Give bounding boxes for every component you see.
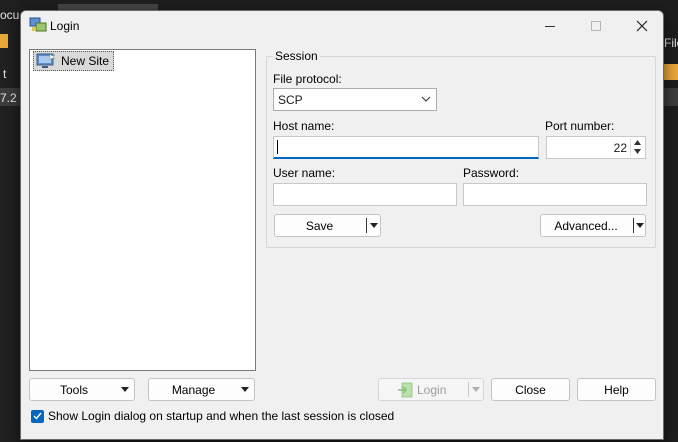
port-number-stepper[interactable]: 22: [546, 136, 646, 159]
port-stepper-arrows: [630, 138, 644, 157]
host-name-input[interactable]: [273, 136, 539, 159]
close-button[interactable]: Close: [491, 378, 570, 401]
title-bar[interactable]: Login: [21, 11, 663, 41]
minimize-icon: [545, 25, 555, 27]
show-login-dialog-label: Show Login dialog on startup and when th…: [48, 409, 395, 423]
text-caret: [277, 140, 278, 154]
port-number-label: Port number:: [545, 119, 615, 133]
stepper-down-button[interactable]: [630, 147, 644, 156]
manage-dropdown-icon: [241, 387, 249, 392]
site-tree[interactable]: New Site: [29, 49, 256, 371]
close-icon: [636, 20, 648, 32]
background-folder-icon: [0, 34, 8, 48]
chevron-down-icon: [421, 96, 431, 102]
advanced-dropdown-icon[interactable]: [636, 223, 644, 228]
background-text: 7.2: [0, 91, 17, 105]
winscp-app-icon: [29, 17, 47, 32]
tools-dropdown-icon: [121, 387, 129, 392]
file-protocol-label: File protocol:: [273, 72, 342, 86]
login-button-label: Login: [417, 382, 447, 397]
file-protocol-value: SCP: [278, 92, 303, 107]
login-button[interactable]: Login: [378, 378, 484, 401]
checkmark-icon: [33, 412, 42, 420]
tree-item-new-site[interactable]: New Site: [33, 51, 115, 71]
close-button-label: Close: [515, 382, 546, 397]
host-name-label: Host name:: [273, 119, 335, 133]
password-label: Password:: [463, 166, 520, 180]
save-button[interactable]: Save: [274, 214, 381, 237]
caret-down-icon: [634, 149, 641, 154]
user-name-label: User name:: [273, 166, 336, 180]
user-name-input[interactable]: [273, 183, 457, 206]
tools-button[interactable]: Tools: [29, 378, 135, 401]
close-window-button[interactable]: [619, 11, 663, 41]
login-dialog: Login New Site Session File protocol: SC…: [20, 10, 664, 440]
manage-button-label: Manage: [171, 382, 216, 397]
background-text: File: [664, 36, 678, 50]
session-group-legend: Session: [273, 49, 320, 63]
save-dropdown-icon[interactable]: [370, 223, 378, 228]
file-protocol-select[interactable]: SCP: [273, 88, 437, 111]
tools-button-label: Tools: [59, 382, 88, 397]
show-login-dialog-checkbox[interactable]: [31, 409, 44, 423]
split-divider: [366, 218, 367, 233]
help-button[interactable]: Help: [577, 378, 656, 401]
minimize-button[interactable]: [527, 11, 573, 41]
background-folder-icon: [664, 64, 678, 80]
advanced-button[interactable]: Advanced...: [540, 214, 646, 237]
password-input[interactable]: [463, 183, 647, 206]
maximize-button[interactable]: [573, 11, 619, 41]
background-text: t: [3, 67, 7, 81]
login-dropdown-icon[interactable]: [472, 387, 480, 392]
manage-button[interactable]: Manage: [148, 378, 255, 401]
port-number-value: 22: [613, 141, 627, 155]
split-divider: [468, 382, 469, 397]
show-login-dialog-option[interactable]: Show Login dialog on startup and when th…: [31, 409, 394, 423]
maximize-icon: [591, 21, 601, 31]
help-button-label: Help: [604, 382, 629, 397]
background-app-row: [664, 88, 678, 106]
login-icon: [398, 382, 413, 398]
save-button-label: Save: [305, 218, 334, 233]
background-text: ocu: [0, 8, 20, 22]
window-title: Login: [50, 19, 80, 33]
new-site-icon: [36, 53, 56, 68]
split-divider: [633, 218, 634, 233]
advanced-button-label: Advanced...: [554, 218, 618, 233]
tree-item-label: New Site: [61, 54, 110, 68]
caret-up-icon: [634, 140, 641, 145]
stepper-up-button[interactable]: [630, 138, 644, 147]
